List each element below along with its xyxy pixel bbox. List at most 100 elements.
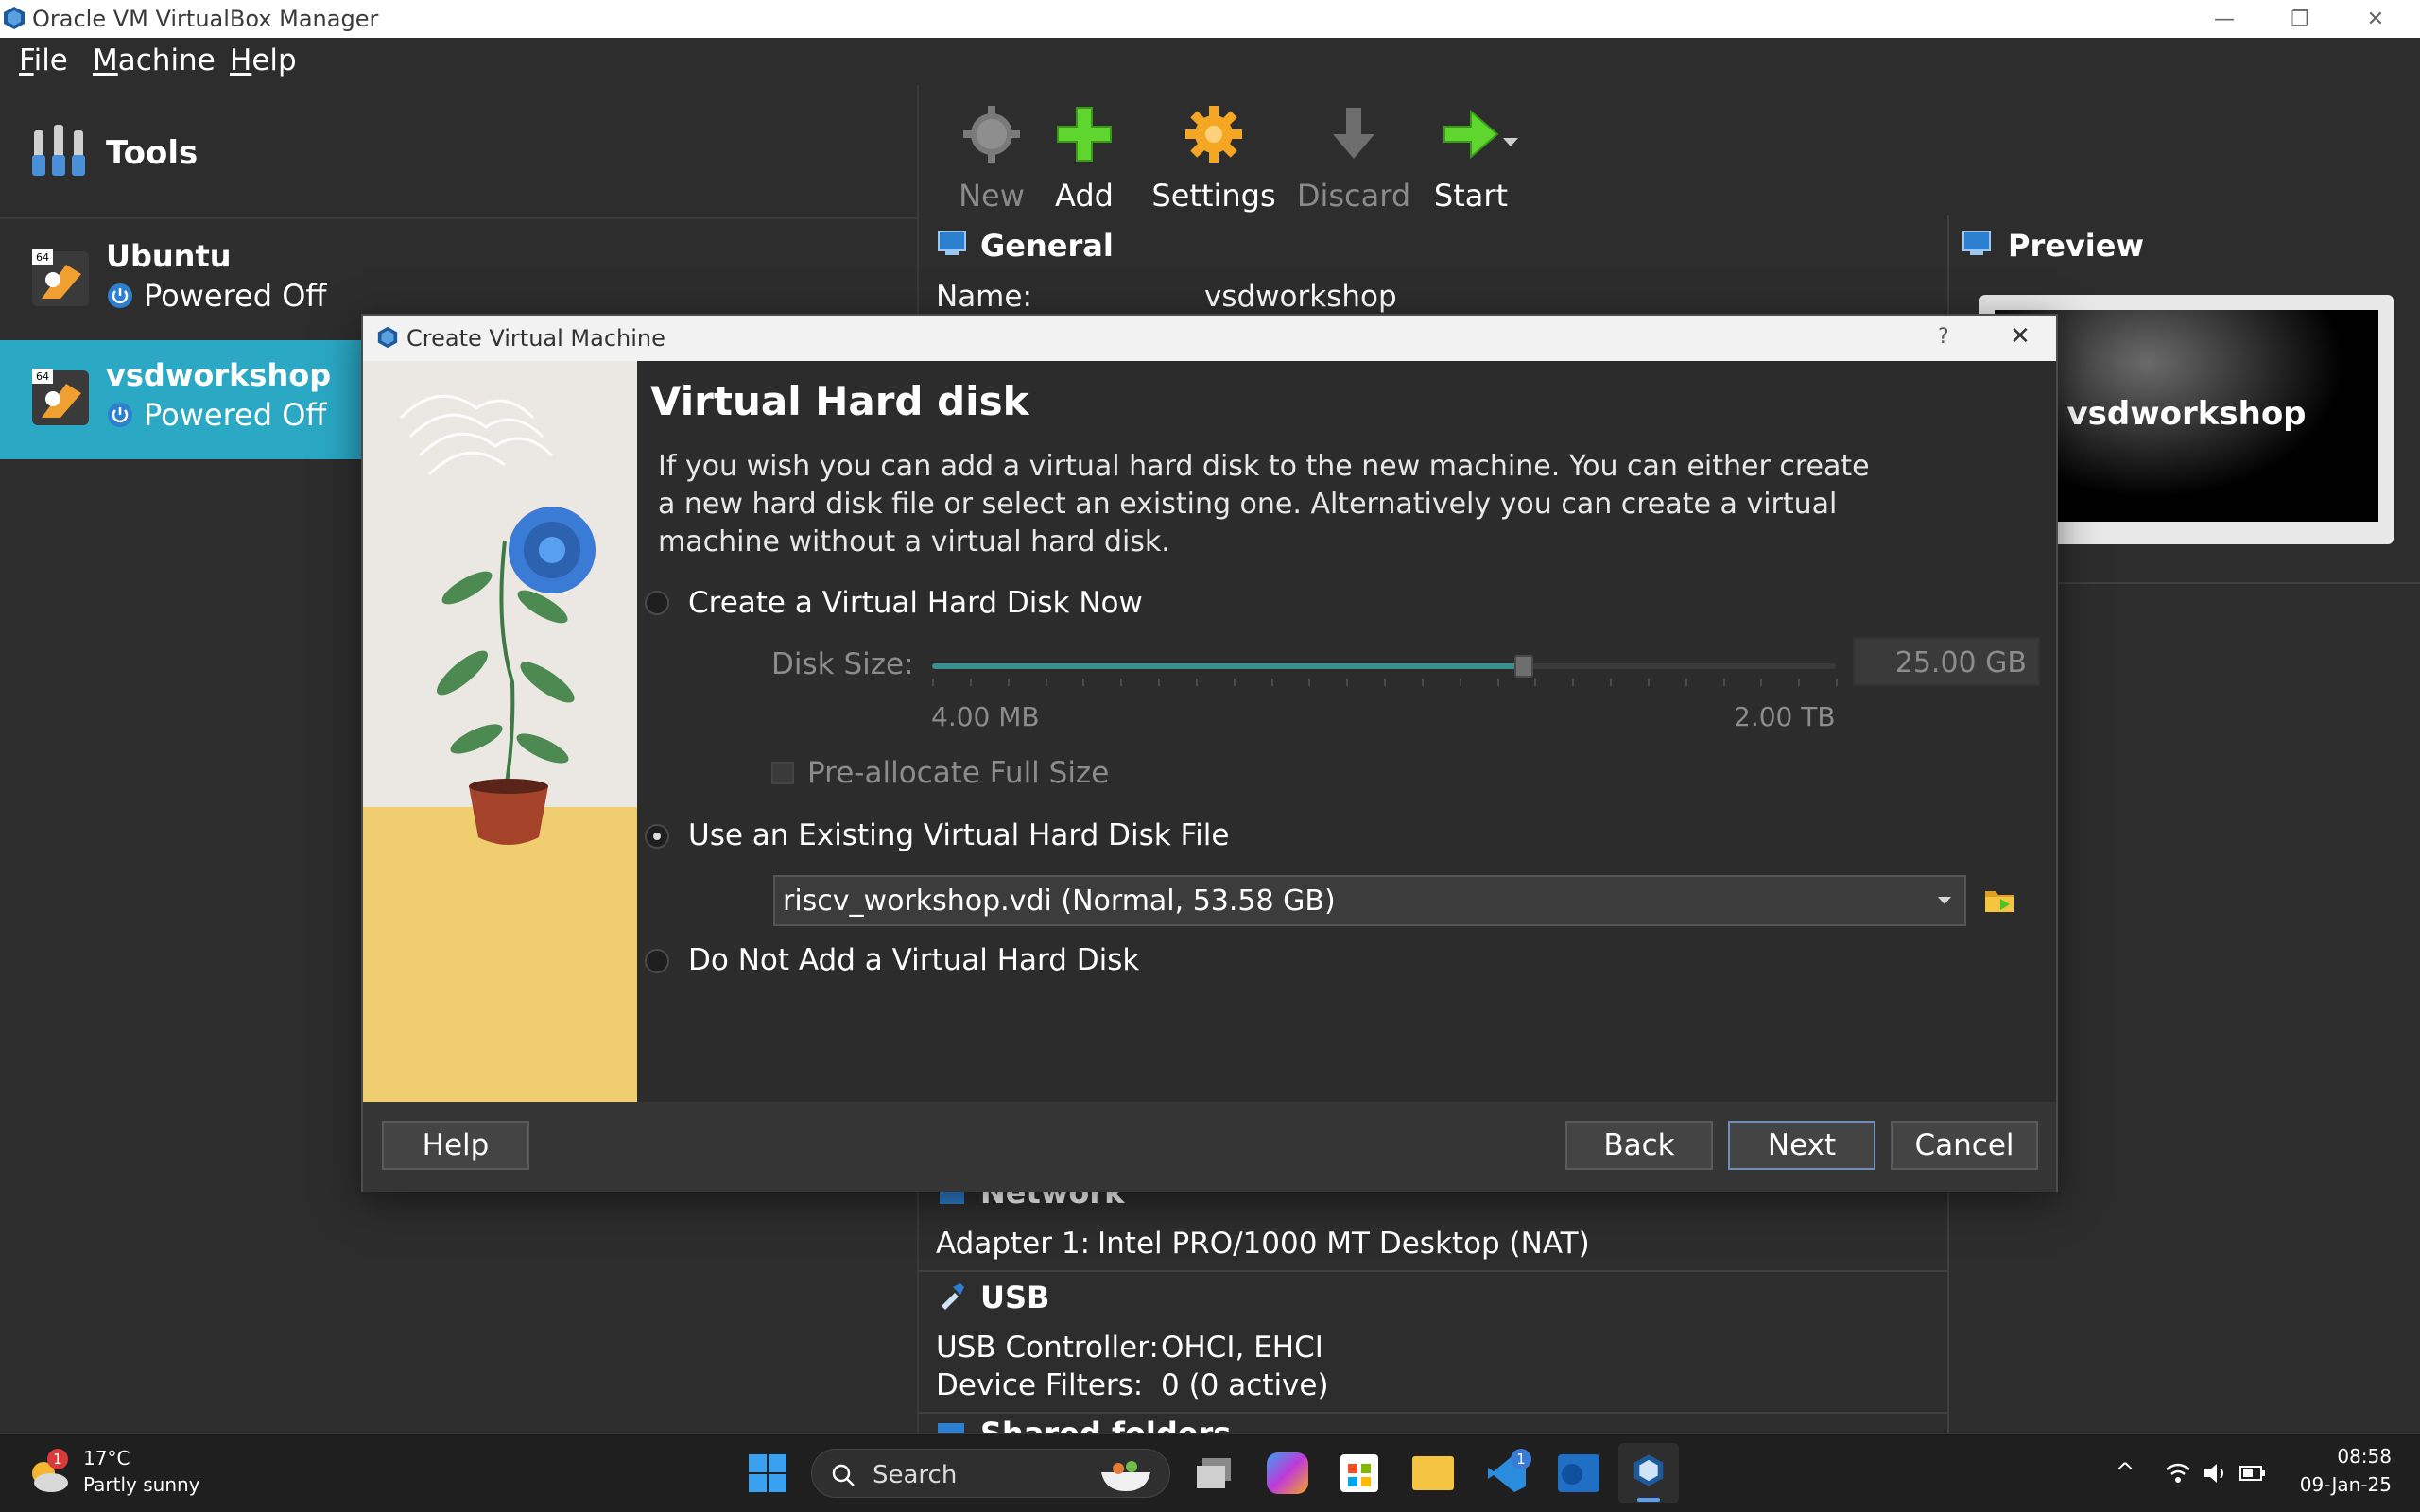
vm-name: vsdworkshop (106, 357, 332, 393)
general-section-title[interactable]: General (980, 228, 1114, 264)
outlook-icon[interactable] (1558, 1454, 1599, 1492)
create-disk-now-radio[interactable] (645, 591, 669, 615)
start-button[interactable]: Start (1405, 96, 1537, 214)
cancel-button[interactable]: Cancel (1891, 1121, 2038, 1170)
slider-ticks (932, 679, 1838, 690)
create-disk-now-label[interactable]: Create a Virtual Hard Disk Now (688, 586, 1143, 620)
slider-tick (932, 679, 934, 686)
slider-tick (1270, 679, 1273, 686)
preview-section-title[interactable]: Preview (2008, 228, 2144, 264)
help-button[interactable]: Help (382, 1121, 529, 1170)
taskbar-search-box[interactable]: Search (811, 1449, 1170, 1498)
vm-state: Powered Off (144, 397, 327, 433)
dialog-help-icon[interactable]: ? (1938, 325, 1949, 349)
slider-fill (932, 663, 1525, 669)
slider-tick (1007, 679, 1010, 686)
ubuntu-os-icon: 64 (32, 249, 89, 306)
wifi-icon[interactable] (2165, 1462, 2191, 1485)
tools-icon (32, 125, 85, 176)
dialog-footer: Help Back Next Cancel (363, 1102, 2056, 1192)
shared-folders-icon (938, 1423, 964, 1433)
create-vm-dialog: Create Virtual Machine ? ✕ Virtual Hard … (361, 314, 2058, 1192)
preallocate-checkbox[interactable] (771, 762, 794, 784)
add-vm-button[interactable]: Add (1018, 96, 1150, 214)
disk-size-slider[interactable] (932, 655, 1836, 678)
back-button[interactable]: Back (1565, 1121, 1713, 1170)
slider-tick (1572, 679, 1575, 686)
start-dropdown-arrow-icon[interactable] (1503, 138, 1518, 146)
ubuntu-os-icon: 64 (32, 369, 89, 425)
dialog-title: Create Virtual Machine (406, 325, 666, 352)
slider-tick (1045, 679, 1047, 686)
weather-temp: 17°C (83, 1447, 130, 1469)
do-not-add-disk-radio[interactable] (645, 949, 669, 973)
file-explorer-icon[interactable] (1412, 1456, 1454, 1490)
virtualbox-taskbar-button[interactable] (1618, 1443, 1679, 1503)
arch-badge: 64 (36, 370, 49, 383)
chevron-down-icon (1938, 897, 1951, 904)
virtualbox-dialog-icon (377, 326, 398, 349)
existing-disk-value: riscv_workshop.vdi (Normal, 53.58 GB) (783, 885, 1336, 918)
volume-icon[interactable] (2203, 1462, 2229, 1485)
usb-controller-value: OHCI, EHCI (1161, 1331, 1323, 1365)
slider-tick (1308, 679, 1311, 686)
slider-tick (1195, 679, 1198, 686)
help-button-label: Help (422, 1128, 490, 1162)
section-divider (919, 1270, 1949, 1272)
close-window-button[interactable]: ✕ (2338, 0, 2413, 38)
search-placeholder: Search (873, 1461, 958, 1489)
tools-item[interactable]: Tools (0, 85, 917, 219)
window-title: Oracle VM VirtualBox Manager (32, 6, 379, 32)
disk-size-field[interactable]: 25.00 GB (1853, 637, 2040, 686)
potted-flower-illustration (363, 361, 637, 1102)
discard-arrow-icon (1333, 108, 1374, 159)
slider-handle[interactable] (1514, 655, 1534, 678)
discard-button[interactable]: Discard (1288, 96, 1420, 214)
slider-max-label: 2.00 TB (1734, 701, 1836, 732)
next-button[interactable]: Next (1728, 1121, 1876, 1170)
weather-widget[interactable]: 1 (23, 1449, 72, 1496)
active-app-indicator (1637, 1498, 1660, 1502)
slider-tick (1421, 679, 1424, 686)
start-arrow-icon (1443, 109, 1499, 160)
section-divider (919, 1412, 1949, 1414)
vscode-icon[interactable]: 1 (1486, 1449, 1531, 1494)
clock-date[interactable]: 09-Jan-25 (2288, 1473, 2392, 1496)
device-filters-value: 0 (0 active) (1161, 1368, 1329, 1402)
menu-help[interactable]: Help (230, 43, 297, 77)
do-not-add-disk-label[interactable]: Do Not Add a Virtual Hard Disk (688, 943, 1139, 977)
add-plus-icon (1057, 107, 1112, 162)
shared-folders-section-title[interactable]: Shared folders (980, 1416, 1231, 1433)
disk-size-label: Disk Size: (771, 647, 914, 681)
windows-taskbar: 1 17°C Partly sunny Search 1 ^ 08:58 09-… (0, 1433, 2420, 1512)
back-button-label: Back (1603, 1128, 1675, 1162)
clock-time[interactable]: 08:58 (2297, 1445, 2392, 1468)
new-gear-icon (963, 106, 1020, 163)
virtualbox-taskbar-icon (1634, 1454, 1664, 1486)
existing-disk-select[interactable]: riscv_workshop.vdi (Normal, 53.58 GB) (773, 875, 1966, 926)
use-existing-disk-radio[interactable] (645, 824, 669, 849)
preview-monitor-icon (1962, 231, 1991, 255)
copilot-icon[interactable] (1267, 1452, 1308, 1494)
main-toolbar: New Add Settings Discard Start (917, 85, 2420, 215)
dialog-close-icon[interactable]: ✕ (2010, 322, 2031, 351)
battery-icon[interactable] (2238, 1462, 2267, 1485)
start-label: Start (1433, 178, 1509, 214)
use-existing-disk-label[interactable]: Use an Existing Virtual Hard Disk File (688, 818, 1229, 852)
start-menu-icon[interactable] (747, 1452, 788, 1494)
slider-tick (1534, 679, 1537, 686)
menu-file[interactable]: File (19, 43, 68, 77)
slider-tick (1496, 679, 1499, 686)
tray-overflow-chevron-icon[interactable]: ^ (2116, 1458, 2135, 1485)
task-view-icon[interactable] (1195, 1454, 1233, 1492)
settings-button[interactable]: Settings (1148, 96, 1280, 214)
search-highlight-bowl-icon (1101, 1461, 1150, 1491)
usb-section-title[interactable]: USB (980, 1280, 1049, 1315)
minimize-button[interactable]: — (2187, 0, 2262, 38)
restore-button[interactable]: ❐ (2262, 0, 2338, 38)
virtualbox-app-icon (4, 7, 25, 29)
choose-disk-folder-icon[interactable] (1983, 885, 2015, 914)
menu-machine[interactable]: Machine (93, 43, 216, 77)
wizard-page-title: Virtual Hard disk (650, 378, 1029, 424)
store-icon[interactable] (1340, 1454, 1378, 1492)
